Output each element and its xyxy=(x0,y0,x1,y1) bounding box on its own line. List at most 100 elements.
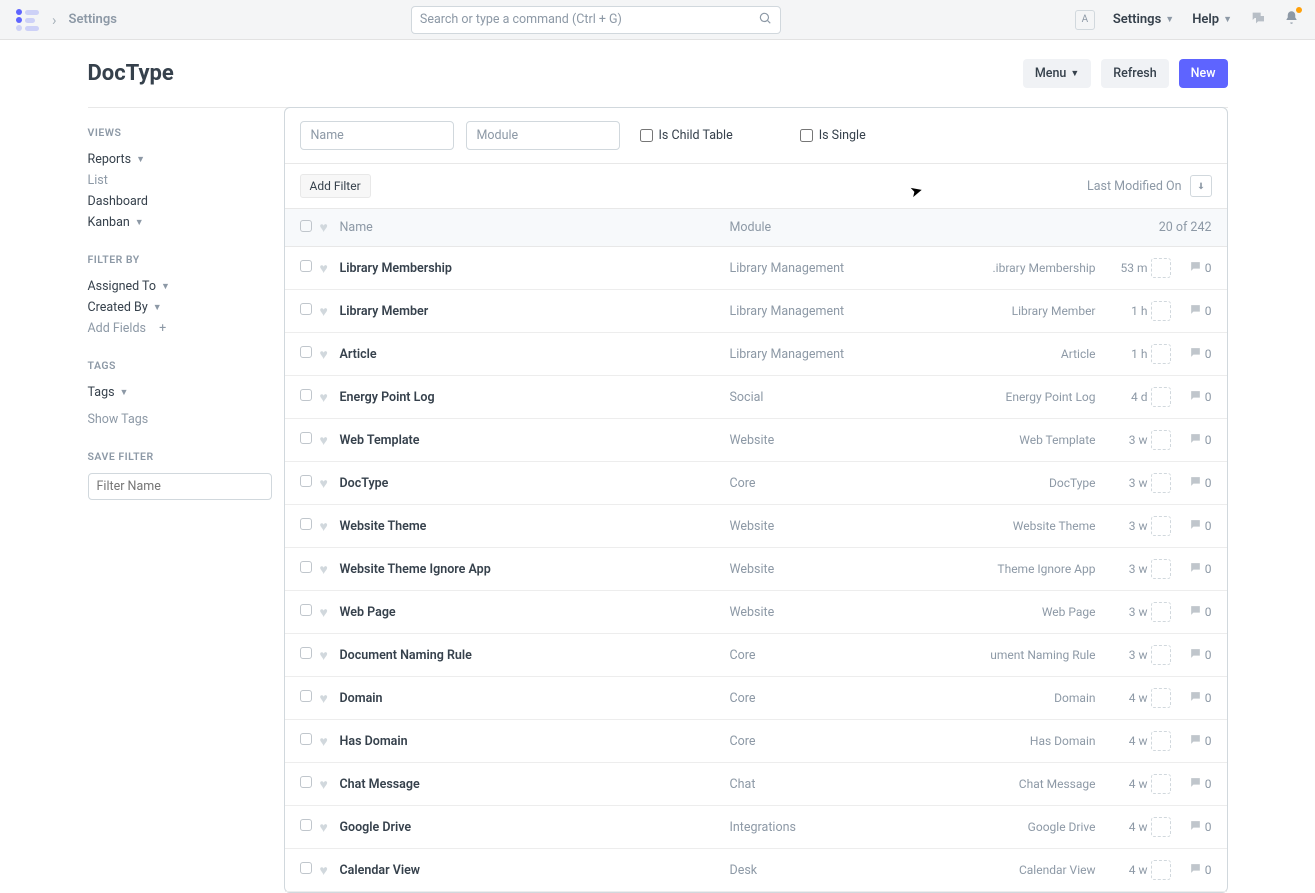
list-row[interactable]: ♥ Energy Point Log Social Energy Point L… xyxy=(285,376,1227,419)
row-checkbox[interactable] xyxy=(300,432,312,444)
sidebar-filterby-created-by[interactable]: Created By▼ xyxy=(88,297,272,318)
row-name[interactable]: Calendar View xyxy=(340,863,421,878)
add-filter-button[interactable]: Add Filter xyxy=(300,174,371,198)
like-icon[interactable]: ♥ xyxy=(320,863,328,879)
like-icon[interactable]: ♥ xyxy=(320,648,328,664)
row-assignee-placeholder[interactable] xyxy=(1151,731,1171,751)
list-row[interactable]: ♥ Domain Core Domain 4 w 0 xyxy=(285,677,1227,720)
row-checkbox[interactable] xyxy=(300,647,312,659)
help-menu[interactable]: Help▼ xyxy=(1192,12,1232,27)
comment-icon[interactable] xyxy=(1189,432,1202,449)
list-row[interactable]: ♥ Web Template Website Web Template 3 w … xyxy=(285,419,1227,462)
comment-icon[interactable] xyxy=(1189,819,1202,836)
search-icon[interactable] xyxy=(758,11,772,29)
row-assignee-placeholder[interactable] xyxy=(1151,301,1171,321)
new-button[interactable]: New xyxy=(1179,59,1228,88)
row-name[interactable]: Library Membership xyxy=(340,261,452,276)
sidebar-view-list[interactable]: List xyxy=(88,170,272,191)
row-name[interactable]: Google Drive xyxy=(340,820,412,835)
comment-icon[interactable] xyxy=(1189,733,1202,750)
sidebar-filterby-assigned-to[interactable]: Assigned To▼ xyxy=(88,276,272,297)
is-child-table-check[interactable]: Is Child Table xyxy=(640,128,733,143)
refresh-button[interactable]: Refresh xyxy=(1101,59,1168,88)
list-row[interactable]: ♥ Document Naming Rule Core ument Naming… xyxy=(285,634,1227,677)
row-checkbox[interactable] xyxy=(300,819,312,831)
row-assignee-placeholder[interactable] xyxy=(1151,688,1171,708)
row-assignee-placeholder[interactable] xyxy=(1151,430,1171,450)
row-checkbox[interactable] xyxy=(300,862,312,874)
like-icon[interactable]: ♥ xyxy=(320,605,328,621)
list-row[interactable]: ♥ Library Member Library Management Libr… xyxy=(285,290,1227,333)
settings-menu[interactable]: Settings▼ xyxy=(1113,12,1174,27)
show-tags-button[interactable]: Show Tags xyxy=(88,409,272,430)
list-row[interactable]: ♥ Website Theme Website Website Theme 3 … xyxy=(285,505,1227,548)
row-checkbox[interactable] xyxy=(300,303,312,315)
list-row[interactable]: ♥ Web Page Website Web Page 3 w 0 xyxy=(285,591,1227,634)
row-checkbox[interactable] xyxy=(300,604,312,616)
is-single-checkbox[interactable] xyxy=(800,129,813,142)
sidebar-view-dashboard[interactable]: Dashboard xyxy=(88,191,272,212)
sidebar-view-kanban[interactable]: Kanban▼ xyxy=(88,212,272,233)
like-icon[interactable]: ♥ xyxy=(320,777,328,793)
row-name[interactable]: Document Naming Rule xyxy=(340,648,472,663)
sidebar-view-reports[interactable]: Reports▼ xyxy=(88,149,272,170)
list-row[interactable]: ♥ Website Theme Ignore App Website Theme… xyxy=(285,548,1227,591)
row-checkbox[interactable] xyxy=(300,475,312,487)
name-column-header[interactable]: Name xyxy=(340,220,730,235)
comment-icon[interactable] xyxy=(1189,561,1202,578)
row-name[interactable]: Has Domain xyxy=(340,734,408,749)
row-checkbox[interactable] xyxy=(300,733,312,745)
row-assignee-placeholder[interactable] xyxy=(1151,602,1171,622)
chat-icon[interactable] xyxy=(1250,10,1266,30)
like-icon[interactable]: ♥ xyxy=(320,347,328,363)
row-checkbox[interactable] xyxy=(300,690,312,702)
row-assignee-placeholder[interactable] xyxy=(1151,516,1171,536)
user-avatar[interactable]: A xyxy=(1075,10,1095,30)
module-column-header[interactable]: Module xyxy=(730,220,940,235)
add-fields-button[interactable]: Add Fields + xyxy=(88,318,272,339)
like-icon[interactable]: ♥ xyxy=(320,304,328,320)
row-assignee-placeholder[interactable] xyxy=(1151,774,1171,794)
like-icon[interactable]: ♥ xyxy=(320,820,328,836)
like-icon[interactable]: ♥ xyxy=(320,562,328,578)
row-name[interactable]: Web Template xyxy=(340,433,420,448)
comment-icon[interactable] xyxy=(1189,260,1202,277)
comment-icon[interactable] xyxy=(1189,389,1202,406)
select-all-checkbox[interactable] xyxy=(300,220,312,232)
breadcrumb[interactable]: Settings xyxy=(69,12,117,27)
comment-icon[interactable] xyxy=(1189,862,1202,879)
comment-icon[interactable] xyxy=(1189,690,1202,707)
row-name[interactable]: Article xyxy=(340,347,377,362)
comment-icon[interactable] xyxy=(1189,604,1202,621)
like-icon[interactable]: ♥ xyxy=(320,734,328,750)
comment-icon[interactable] xyxy=(1189,346,1202,363)
row-checkbox[interactable] xyxy=(300,260,312,272)
row-checkbox[interactable] xyxy=(300,561,312,573)
row-name[interactable]: Library Member xyxy=(340,304,429,319)
tags-dropdown[interactable]: Tags▼ xyxy=(88,382,272,403)
sort-selector[interactable]: Last Modified On xyxy=(1087,179,1182,194)
row-checkbox[interactable] xyxy=(300,518,312,530)
row-checkbox[interactable] xyxy=(300,346,312,358)
logo-icon[interactable] xyxy=(16,9,40,31)
is-single-check[interactable]: Is Single xyxy=(800,128,866,143)
list-row[interactable]: ♥ Article Library Management Article 1 h… xyxy=(285,333,1227,376)
row-name[interactable]: Website Theme xyxy=(340,519,427,534)
list-row[interactable]: ♥ Has Domain Core Has Domain 4 w 0 xyxy=(285,720,1227,763)
like-icon[interactable]: ♥ xyxy=(320,261,328,277)
like-icon[interactable]: ♥ xyxy=(320,519,328,535)
list-row[interactable]: ♥ Chat Message Chat Chat Message 4 w 0 xyxy=(285,763,1227,806)
row-name[interactable]: Chat Message xyxy=(340,777,420,792)
list-row[interactable]: ♥ Calendar View Desk Calendar View 4 w 0 xyxy=(285,849,1227,892)
row-assignee-placeholder[interactable] xyxy=(1151,344,1171,364)
row-assignee-placeholder[interactable] xyxy=(1151,473,1171,493)
row-name[interactable]: Domain xyxy=(340,691,383,706)
row-assignee-placeholder[interactable] xyxy=(1151,387,1171,407)
comment-icon[interactable] xyxy=(1189,475,1202,492)
filter-name-input[interactable] xyxy=(88,473,272,500)
row-checkbox[interactable] xyxy=(300,776,312,788)
list-count[interactable]: 20 of 242 xyxy=(1159,220,1212,235)
row-assignee-placeholder[interactable] xyxy=(1151,559,1171,579)
like-icon[interactable]: ♥ xyxy=(320,476,328,492)
row-name[interactable]: Website Theme Ignore App xyxy=(340,562,491,577)
